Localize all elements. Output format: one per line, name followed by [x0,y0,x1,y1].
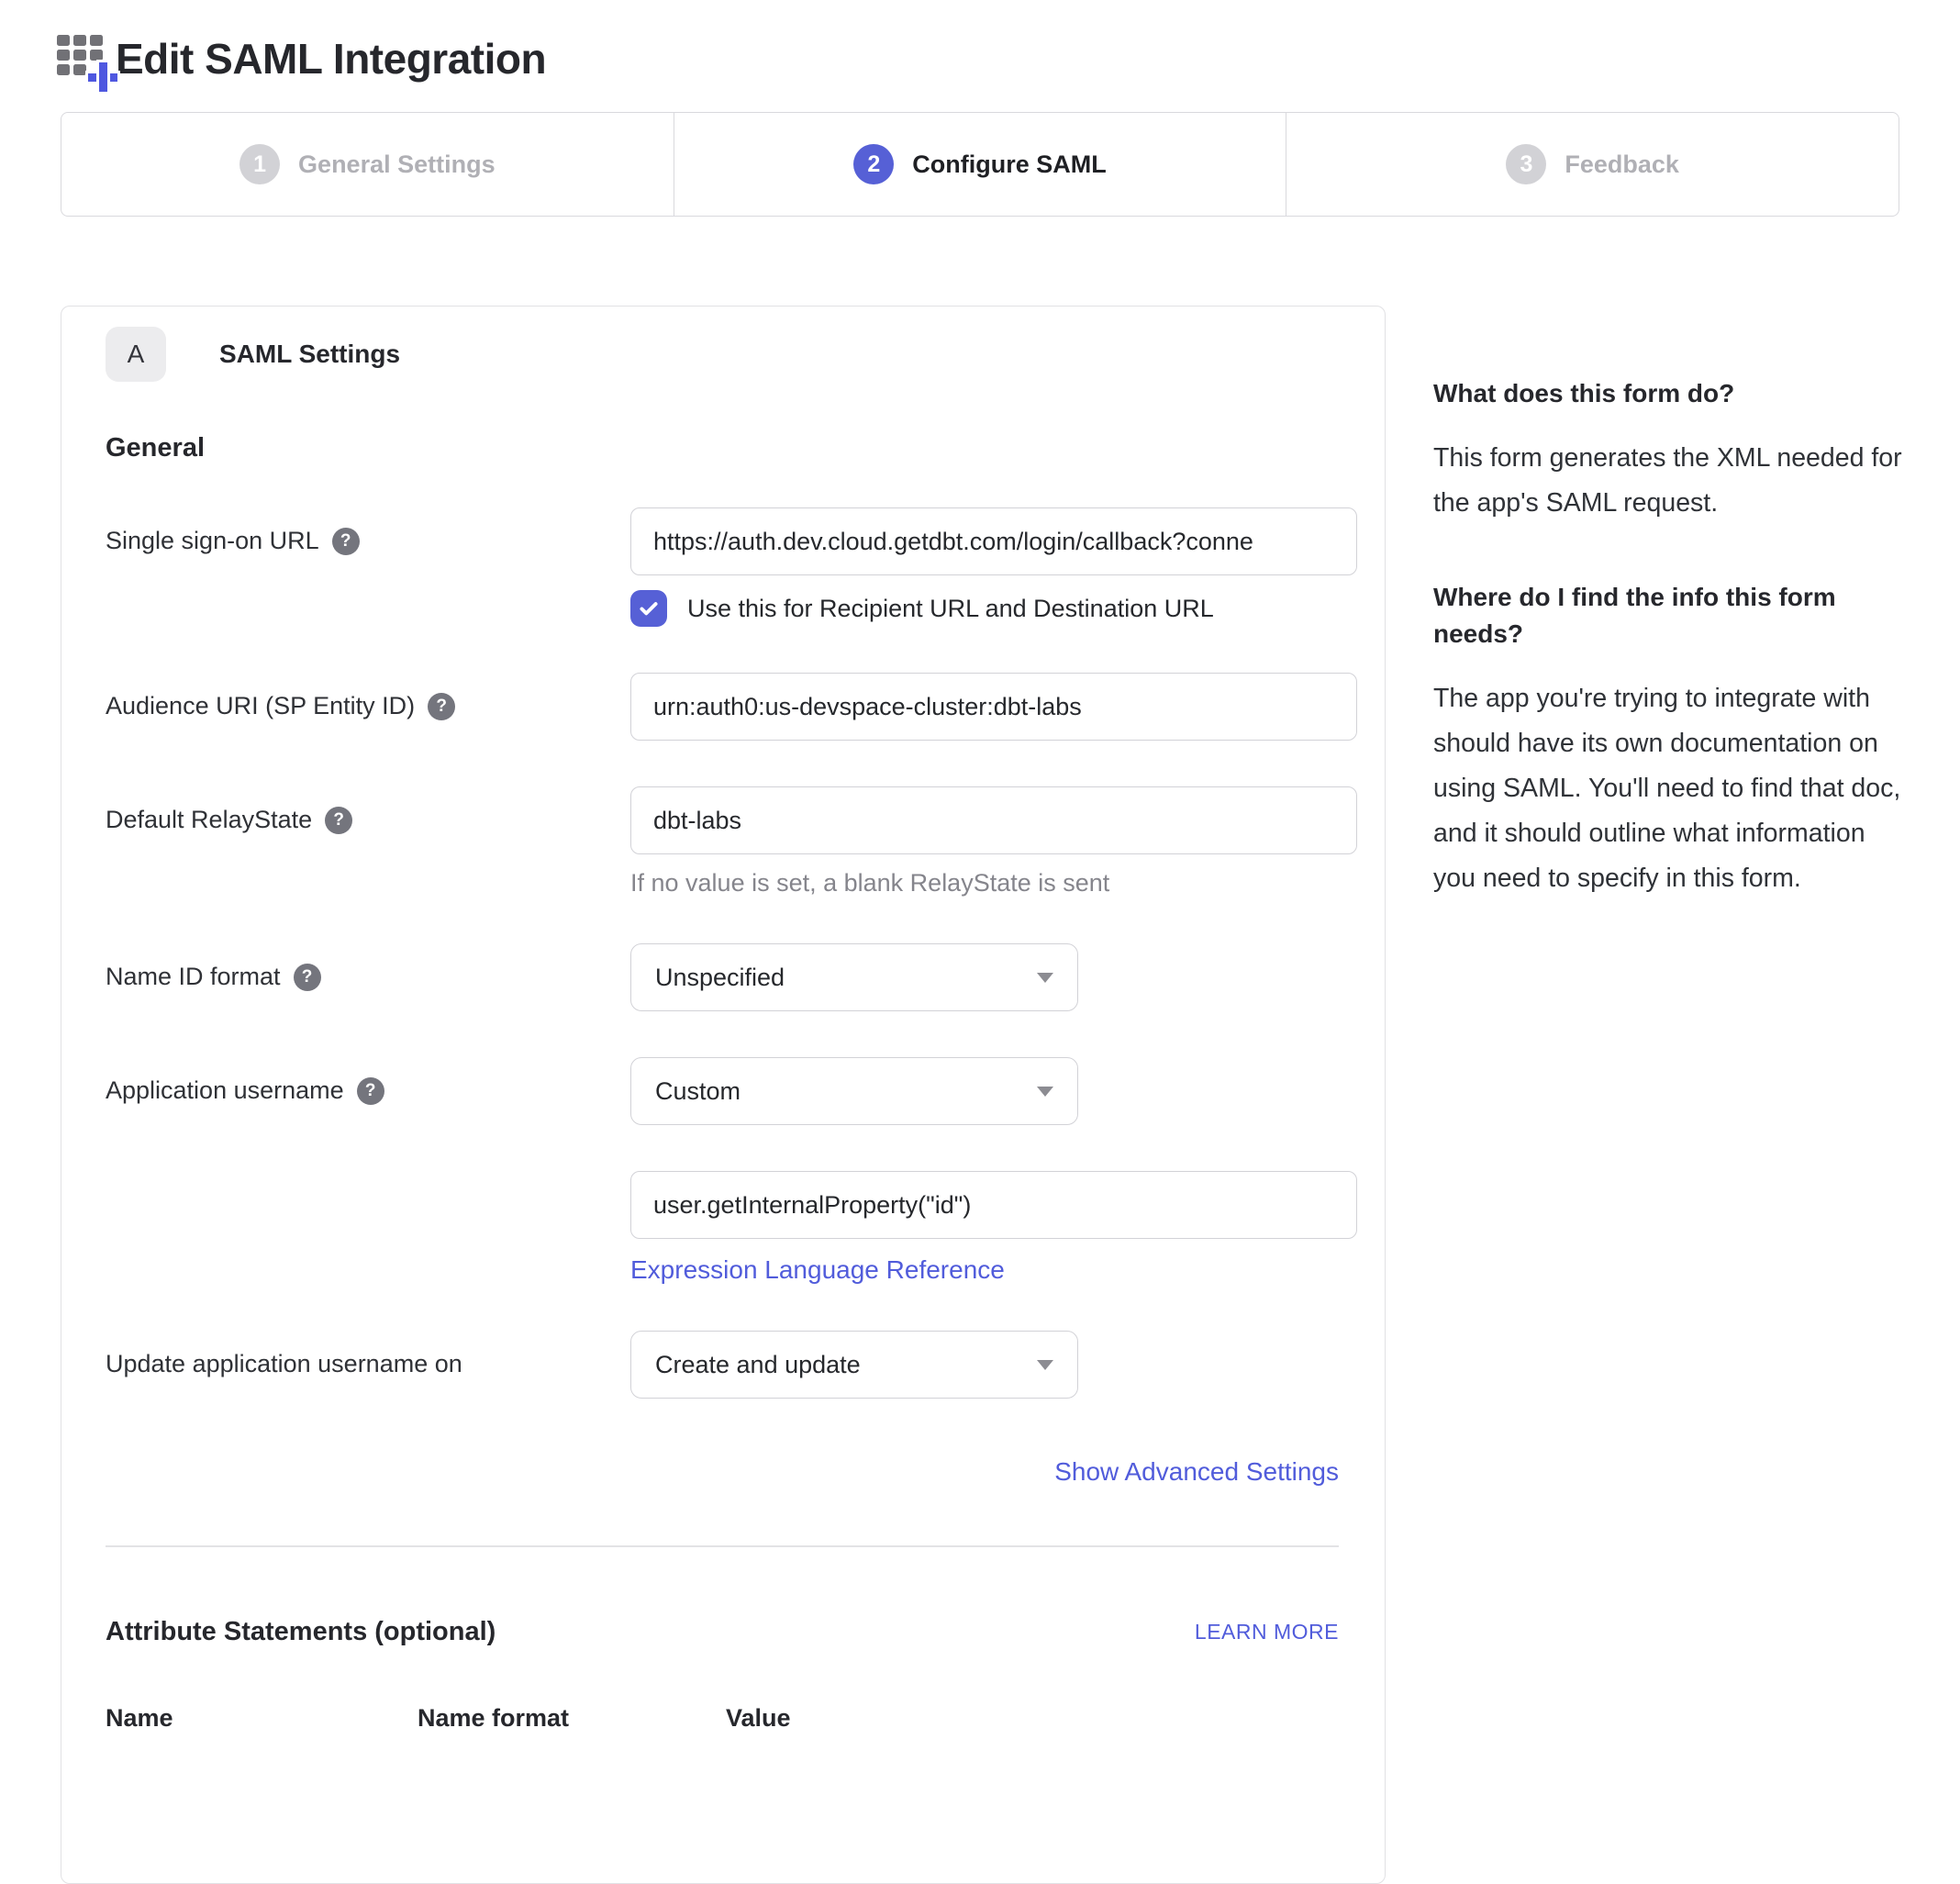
step-feedback[interactable]: 3 Feedback [1286,113,1899,216]
help-icon[interactable]: ? [428,693,455,720]
wizard-stepper: 1 General Settings 2 Configure SAML 3 Fe… [61,112,1899,217]
general-heading: General [106,433,1352,463]
learn-more-link[interactable]: LEARN MORE [1195,1620,1339,1644]
step-number-badge: 2 [853,144,894,184]
sidebar-answer-2: The app you're trying to integrate with … [1433,676,1910,901]
section-a-badge: A [106,327,166,382]
field-row-relaystate: Default RelayState ? If no value is set,… [106,786,1352,897]
step-configure-saml[interactable]: 2 Configure SAML [674,113,1286,216]
step-label: General Settings [298,150,496,179]
caret-down-icon [1037,1360,1053,1370]
nameid-format-label: Name ID format [106,960,281,993]
sidebar-question-1: What does this form do? [1433,375,1910,412]
field-row-update-username: Update application username on Create an… [106,1331,1352,1399]
recipient-url-checkbox-row: Use this for Recipient URL and Destinati… [630,590,1357,627]
relaystate-input[interactable] [630,786,1357,854]
update-username-select[interactable]: Create and update [630,1331,1078,1399]
panel-header: A SAML Settings [106,327,1352,382]
page-title: Edit SAML Integration [116,34,546,84]
help-sidebar: What does this form do? This form genera… [1433,306,1910,901]
attribute-statements-heading: Attribute Statements (optional) [106,1617,496,1647]
step-number-badge: 1 [239,144,280,184]
column-header-name-format: Name format [418,1704,726,1733]
attribute-table-header: Name Name format Value [106,1704,1352,1733]
audience-uri-input[interactable] [630,673,1357,741]
field-row-app-username: Application username ? Custom [106,1057,1352,1125]
step-label: Feedback [1565,150,1679,179]
help-icon[interactable]: ? [294,964,321,991]
page-content: A SAML Settings General Single sign-on U… [61,306,1960,1884]
plus-icon [88,62,117,92]
show-advanced-settings-link[interactable]: Show Advanced Settings [1054,1457,1339,1486]
app-username-select[interactable]: Custom [630,1057,1078,1125]
relaystate-label: Default RelayState [106,803,312,836]
nameid-format-select[interactable]: Unspecified [630,943,1078,1011]
column-header-value: Value [726,1704,791,1733]
saml-settings-panel: A SAML Settings General Single sign-on U… [61,306,1386,1884]
expression-language-reference-link[interactable]: Expression Language Reference [630,1255,1005,1285]
help-icon[interactable]: ? [332,528,360,555]
recipient-url-checkbox-label: Use this for Recipient URL and Destinati… [687,595,1214,623]
page-header: Edit SAML Integration [0,0,1960,84]
recipient-url-checkbox[interactable] [630,590,667,627]
field-row-sso: Single sign-on URL ? Use this for Recipi… [106,507,1352,627]
app-grid-plus-icon [57,33,108,84]
custom-expression-input[interactable] [630,1171,1357,1239]
section-divider [106,1545,1339,1547]
help-icon[interactable]: ? [357,1077,384,1105]
saml-form: Single sign-on URL ? Use this for Recipi… [106,507,1352,1399]
step-label: Configure SAML [912,150,1106,179]
app-username-label: Application username [106,1074,344,1107]
caret-down-icon [1037,1087,1053,1097]
audience-uri-label: Audience URI (SP Entity ID) [106,689,415,722]
caret-down-icon [1037,973,1053,983]
sso-url-input[interactable] [630,507,1357,575]
step-number-badge: 3 [1506,144,1546,184]
step-general-settings[interactable]: 1 General Settings [61,113,674,216]
column-header-name: Name [106,1704,418,1733]
check-icon [637,596,661,620]
sso-url-label: Single sign-on URL [106,524,319,557]
field-row-nameid: Name ID format ? Unspecified [106,943,1352,1011]
update-username-label: Update application username on [106,1347,462,1380]
section-title: SAML Settings [219,340,400,369]
field-row-audience: Audience URI (SP Entity ID) ? [106,673,1352,741]
sidebar-question-2: Where do I find the info this form needs… [1433,579,1910,652]
relaystate-hint: If no value is set, a blank RelayState i… [630,869,1357,897]
sidebar-answer-1: This form generates the XML needed for t… [1433,436,1910,526]
field-row-custom-expression: Expression Language Reference [106,1171,1352,1285]
help-icon[interactable]: ? [325,807,352,834]
